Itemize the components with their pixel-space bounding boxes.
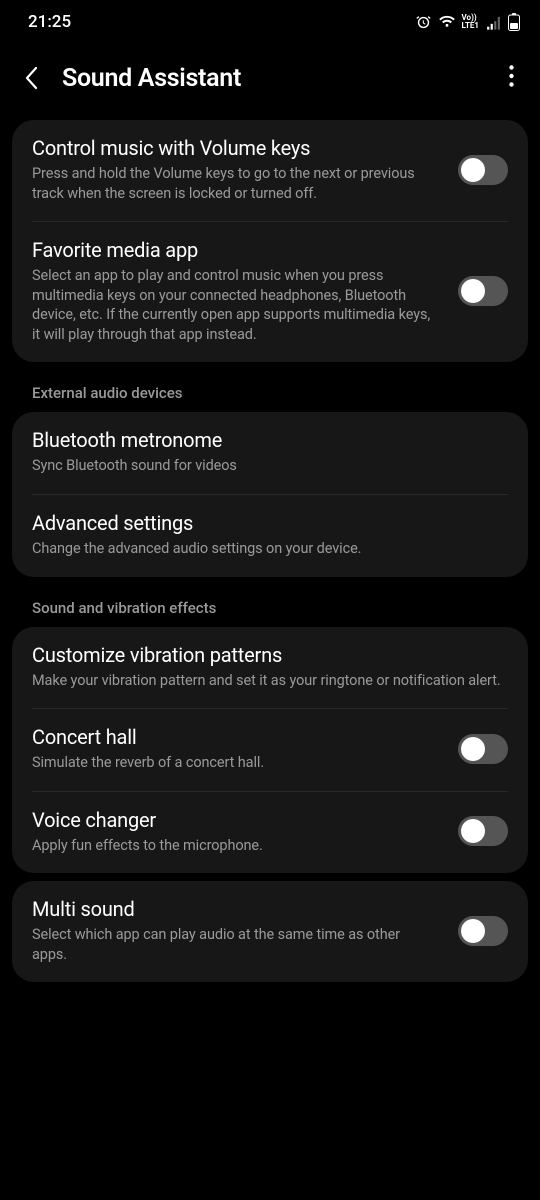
item-title: Advanced settings [32,511,508,535]
page-title: Sound Assistant [62,64,485,93]
toggle-favorite-media[interactable] [458,276,508,306]
toggle-concert-hall[interactable] [458,734,508,764]
signal-icon [485,14,502,31]
item-concert-hall[interactable]: Concert hall Simulate the reverb of a co… [12,709,528,791]
item-title: Multi sound [32,897,438,921]
status-icons: Vo))LTE1 [415,13,521,31]
item-title: Concert hall [32,725,438,749]
toggle-multi-sound[interactable] [458,916,508,946]
alarm-icon [415,14,432,31]
status-bar: 21:25 Vo))LTE1 [0,0,540,40]
item-voice-changer[interactable]: Voice changer Apply fun effects to the m… [12,792,528,874]
item-vibration-patterns[interactable]: Customize vibration patterns Make your v… [12,627,528,709]
item-desc: Select which app can play audio at the s… [32,925,438,964]
item-desc: Select an app to play and control music … [32,266,438,344]
item-title: Bluetooth metronome [32,428,508,452]
battery-icon [508,13,520,31]
section-external-audio: External audio devices [12,362,528,412]
item-title: Favorite media app [32,238,438,262]
item-bluetooth-metronome[interactable]: Bluetooth metronome Sync Bluetooth sound… [12,412,528,494]
item-desc: Sync Bluetooth sound for videos [32,456,508,476]
item-title: Control music with Volume keys [32,136,438,160]
item-title: Customize vibration patterns [32,643,508,667]
item-volume-keys[interactable]: Control music with Volume keys Press and… [12,120,528,221]
more-button[interactable] [501,61,522,95]
wifi-icon [438,14,456,31]
back-button[interactable] [18,60,46,96]
status-time: 21:25 [28,12,71,32]
item-multi-sound[interactable]: Multi sound Select which app can play au… [12,881,528,982]
item-favorite-media[interactable]: Favorite media app Select an app to play… [12,222,528,362]
section-sound-effects: Sound and vibration effects [12,577,528,627]
item-desc: Apply fun effects to the microphone. [32,836,438,856]
item-desc: Simulate the reverb of a concert hall. [32,753,438,773]
item-advanced-settings[interactable]: Advanced settings Change the advanced au… [12,495,528,577]
item-desc: Make your vibration pattern and set it a… [32,671,508,691]
item-desc: Press and hold the Volume keys to go to … [32,164,438,203]
page-header: Sound Assistant [0,40,540,120]
toggle-volume-keys[interactable] [458,155,508,185]
item-desc: Change the advanced audio settings on yo… [32,539,508,559]
item-title: Voice changer [32,808,438,832]
volte-icon: Vo))LTE1 [462,14,480,30]
toggle-voice-changer[interactable] [458,816,508,846]
